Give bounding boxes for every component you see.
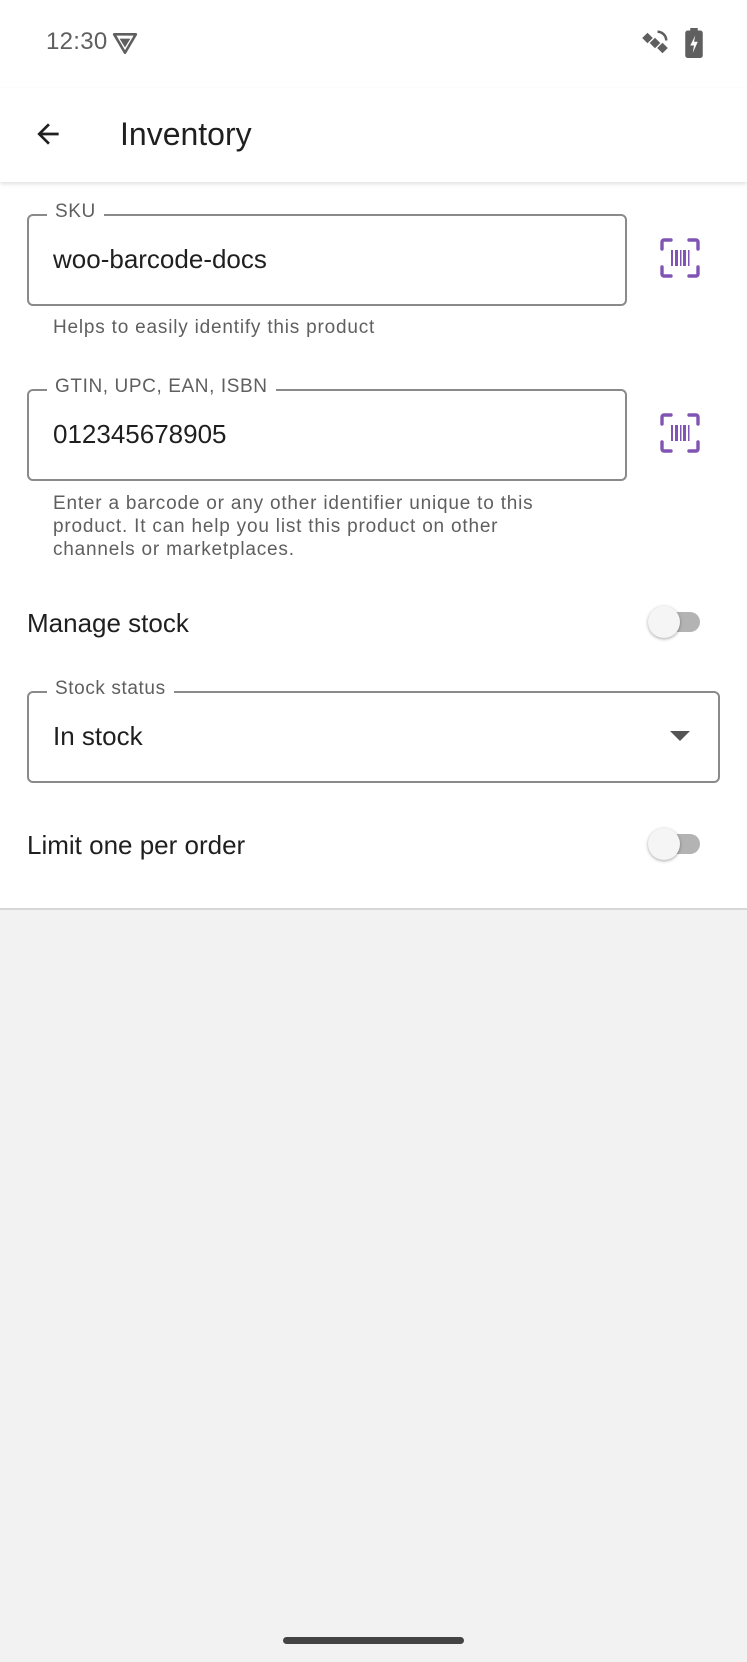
manage-stock-switch[interactable] <box>648 602 704 642</box>
gtin-input-value[interactable]: 012345678905 <box>53 419 227 450</box>
gtin-scan-button[interactable] <box>650 403 710 463</box>
limit-one-switch[interactable] <box>648 824 704 864</box>
stock-status-value: In stock <box>53 721 143 751</box>
sku-scan-button[interactable] <box>650 228 710 288</box>
sku-field[interactable]: SKU woo-barcode-docs <box>27 201 627 306</box>
satellite-icon <box>642 30 668 54</box>
gtin-field[interactable]: GTIN, UPC, EAN, ISBN 012345678905 <box>27 376 627 481</box>
dropdown-arrow-icon <box>670 731 690 741</box>
manage-stock-label: Manage stock <box>27 608 189 638</box>
status-bar: 12:30 <box>0 0 747 88</box>
sku-field-label: SKU <box>47 201 104 223</box>
gtin-field-label: GTIN, UPC, EAN, ISBN <box>47 376 276 398</box>
vpn-icon <box>112 33 138 55</box>
switch-thumb <box>648 828 680 860</box>
page-title: Inventory <box>120 116 252 152</box>
limit-one-label: Limit one per order <box>27 830 246 860</box>
back-button[interactable] <box>22 108 74 160</box>
inventory-form: SKU woo-barcode-docs Helps to easily ide… <box>0 182 747 910</box>
barcode-scan-icon <box>660 413 700 453</box>
stock-status-label: Stock status <box>47 678 174 700</box>
status-time: 12:30 <box>46 28 108 55</box>
app-bar: Inventory <box>0 88 747 182</box>
battery-charging-icon <box>685 28 703 58</box>
switch-thumb <box>648 606 680 638</box>
sku-helper-text: Helps to easily identify this product <box>53 317 376 338</box>
gtin-helper-text: Enter a barcode or any other identifier … <box>53 493 534 560</box>
barcode-scan-icon <box>660 238 700 278</box>
arrow-back-icon <box>37 123 59 145</box>
sku-input-value[interactable]: woo-barcode-docs <box>53 244 267 275</box>
home-indicator[interactable] <box>283 1637 464 1644</box>
stock-status-dropdown[interactable]: Stock status In stock <box>27 678 720 783</box>
